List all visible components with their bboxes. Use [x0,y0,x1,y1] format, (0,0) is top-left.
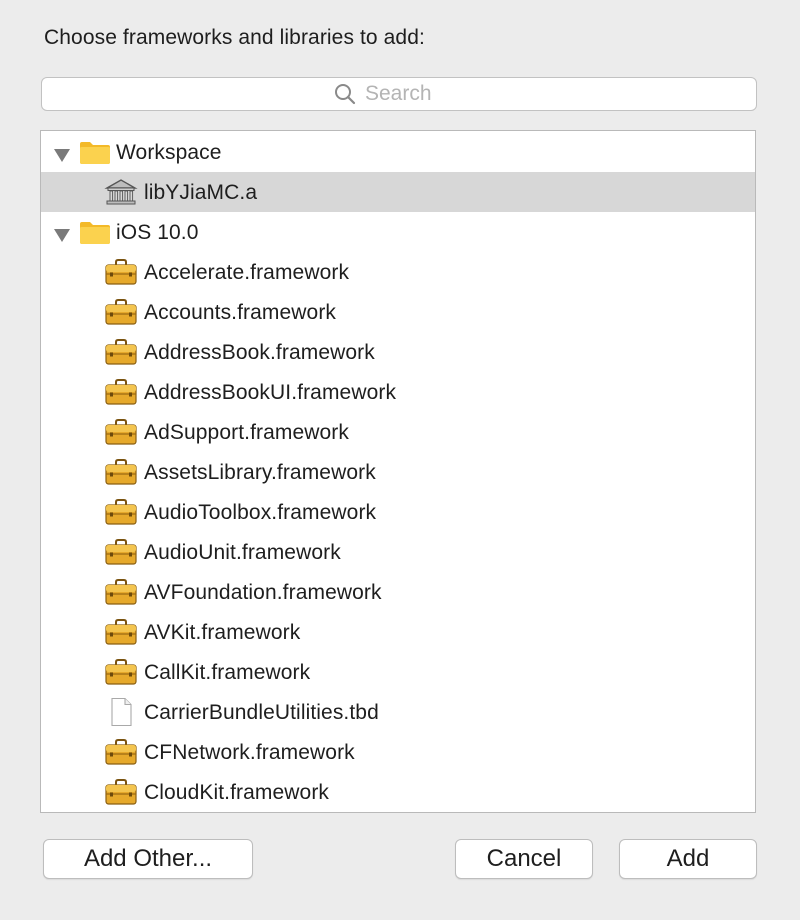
folder-icon [78,217,112,247]
search-icon [335,84,356,105]
framework-list[interactable]: Workspace libYJiaMC.a iOS 10.0 Accelerate.f… [40,130,756,813]
toolbox-icon [104,297,138,327]
list-item[interactable]: Accelerate.framework [41,252,755,292]
toolbox-icon [104,737,138,767]
list-item-label: AudioUnit.framework [144,541,341,564]
search-input[interactable] [365,82,465,106]
toolbox-icon [104,577,138,607]
toolbox-icon [104,457,138,487]
toolbox-icon [104,777,138,807]
list-item[interactable]: AdSupport.framework [41,412,755,452]
list-item-label: Accelerate.framework [144,261,350,284]
add-other-button[interactable]: Add Other... [43,839,253,879]
list-item[interactable]: CallKit.framework [41,652,755,692]
document-icon [104,697,138,727]
list-item[interactable]: CarrierBundleUtilities.tbd [41,692,755,732]
list-item-label: iOS 10.0 [116,221,199,244]
list-item-label: AVFoundation.framework [144,581,382,604]
list-item[interactable]: AddressBookUI.framework [41,372,755,412]
folder-icon [78,137,112,167]
toolbox-icon [104,657,138,687]
toolbox-icon [104,537,138,567]
list-item-label: AudioToolbox.framework [144,501,377,524]
toolbox-icon [104,377,138,407]
disclosure-triangle-icon[interactable] [53,145,71,162]
list-item[interactable]: AssetsLibrary.framework [41,452,755,492]
cancel-button[interactable]: Cancel [455,839,593,879]
toolbox-icon [104,417,138,447]
dialog-title: Choose frameworks and libraries to add: [44,26,425,49]
list-item[interactable]: iOS 10.0 [41,212,755,252]
list-item[interactable]: CFNetwork.framework [41,732,755,772]
list-item[interactable]: Workspace [41,132,755,172]
list-item-label: AddressBook.framework [144,341,375,364]
disclosure-triangle-icon[interactable] [53,225,71,242]
list-item[interactable]: AddressBook.framework [41,332,755,372]
library-icon [104,177,138,207]
list-item[interactable]: AVFoundation.framework [41,572,755,612]
list-item-label: CarrierBundleUtilities.tbd [144,701,379,724]
list-item-label: CloudKit.framework [144,781,330,804]
list-item[interactable]: Accounts.framework [41,292,755,332]
list-item-label: AddressBookUI.framework [144,381,397,404]
list-item[interactable]: AudioUnit.framework [41,532,755,572]
list-item-label: AVKit.framework [144,621,301,644]
list-item-label: AssetsLibrary.framework [144,461,376,484]
list-item-label: AdSupport.framework [144,421,349,444]
toolbox-icon [104,617,138,647]
toolbox-icon [104,337,138,367]
search-field-inner [333,82,465,106]
list-item[interactable]: CloudKit.framework [41,772,755,812]
add-button[interactable]: Add [619,839,757,879]
list-item[interactable]: AudioToolbox.framework [41,492,755,532]
list-item[interactable]: AVKit.framework [41,612,755,652]
search-field[interactable] [41,77,757,111]
toolbox-icon [104,257,138,287]
list-item-label: libYJiaMC.a [144,181,258,204]
list-item-label: CallKit.framework [144,661,311,684]
list-item-label: CFNetwork.framework [144,741,355,764]
list-item-label: Accounts.framework [144,301,337,324]
toolbox-icon [104,497,138,527]
list-item[interactable]: libYJiaMC.a [41,172,755,212]
list-item-label: Workspace [116,141,222,164]
